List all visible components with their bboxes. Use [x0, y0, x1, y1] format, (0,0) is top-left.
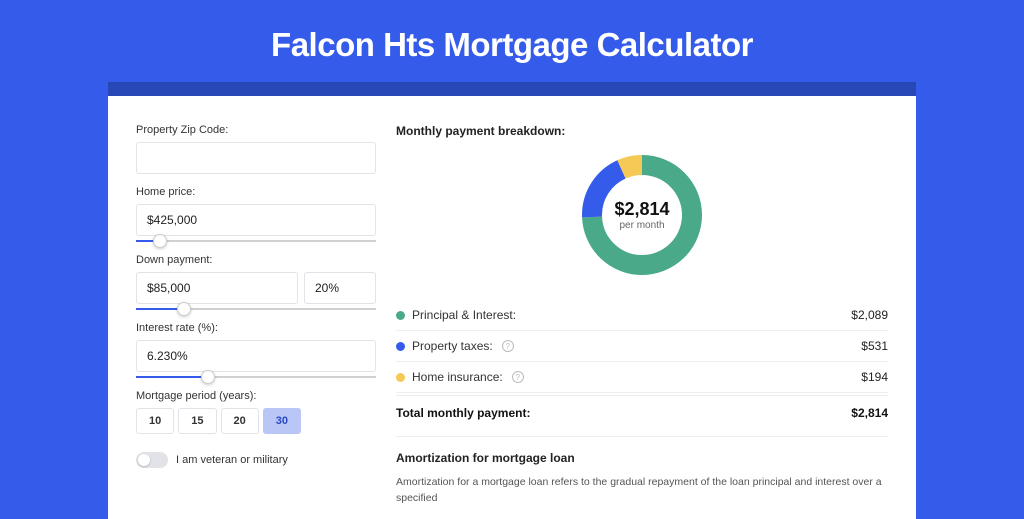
- home-price-label: Home price:: [136, 186, 376, 198]
- info-icon[interactable]: ?: [512, 371, 524, 383]
- amortization-text: Amortization for a mortgage loan refers …: [396, 475, 888, 507]
- dot-icon: [396, 373, 405, 382]
- legend-label: Home insurance:: [412, 370, 503, 384]
- interest-input[interactable]: [136, 340, 376, 372]
- down-payment-input[interactable]: [136, 272, 298, 304]
- down-payment-label: Down payment:: [136, 254, 376, 266]
- veteran-label: I am veteran or military: [176, 454, 288, 466]
- zip-input[interactable]: [136, 142, 376, 174]
- period-btn-20[interactable]: 20: [221, 408, 259, 434]
- zip-label: Property Zip Code:: [136, 124, 376, 136]
- legend-value: $2,089: [851, 308, 888, 322]
- legend-label: Principal & Interest:: [412, 308, 516, 322]
- dot-icon: [396, 311, 405, 320]
- breakdown-column: Monthly payment breakdown: $2,814 per mo…: [396, 124, 888, 507]
- total-label: Total monthly payment:: [396, 406, 530, 420]
- legend-taxes: Property taxes: ? $531: [396, 331, 888, 362]
- calculator-card: Property Zip Code: Home price: Down paym…: [108, 96, 916, 519]
- interest-label: Interest rate (%):: [136, 322, 376, 334]
- donut-chart: $2,814 per month: [579, 152, 705, 278]
- amortization-section: Amortization for mortgage loan Amortizat…: [396, 436, 888, 507]
- dot-icon: [396, 342, 405, 351]
- home-price-slider[interactable]: [136, 240, 376, 242]
- home-price-input[interactable]: [136, 204, 376, 236]
- period-label: Mortgage period (years):: [136, 390, 376, 402]
- slider-thumb[interactable]: [177, 302, 191, 316]
- period-btn-30[interactable]: 30: [263, 408, 301, 434]
- interest-slider[interactable]: [136, 376, 376, 378]
- slider-thumb[interactable]: [201, 370, 215, 384]
- form-column: Property Zip Code: Home price: Down paym…: [136, 124, 376, 507]
- page-title: Falcon Hts Mortgage Calculator: [0, 0, 1024, 82]
- period-button-group: 10 15 20 30: [136, 408, 376, 434]
- legend-value: $531: [861, 339, 888, 353]
- down-payment-pct-input[interactable]: [304, 272, 376, 304]
- total-value: $2,814: [851, 406, 888, 420]
- down-payment-slider[interactable]: [136, 308, 376, 310]
- card-backdrop: Property Zip Code: Home price: Down paym…: [108, 82, 916, 519]
- breakdown-title: Monthly payment breakdown:: [396, 124, 888, 138]
- legend-label: Property taxes:: [412, 339, 493, 353]
- info-icon[interactable]: ?: [502, 340, 514, 352]
- donut-center-value: $2,814: [614, 199, 669, 220]
- period-btn-15[interactable]: 15: [178, 408, 216, 434]
- donut-center-sub: per month: [619, 220, 664, 231]
- period-btn-10[interactable]: 10: [136, 408, 174, 434]
- legend-principal: Principal & Interest: $2,089: [396, 300, 888, 331]
- total-row: Total monthly payment: $2,814: [396, 395, 888, 436]
- legend-value: $194: [861, 370, 888, 384]
- veteran-toggle[interactable]: [136, 452, 168, 468]
- amortization-title: Amortization for mortgage loan: [396, 451, 888, 465]
- legend-insurance: Home insurance: ? $194: [396, 362, 888, 393]
- slider-thumb[interactable]: [153, 234, 167, 248]
